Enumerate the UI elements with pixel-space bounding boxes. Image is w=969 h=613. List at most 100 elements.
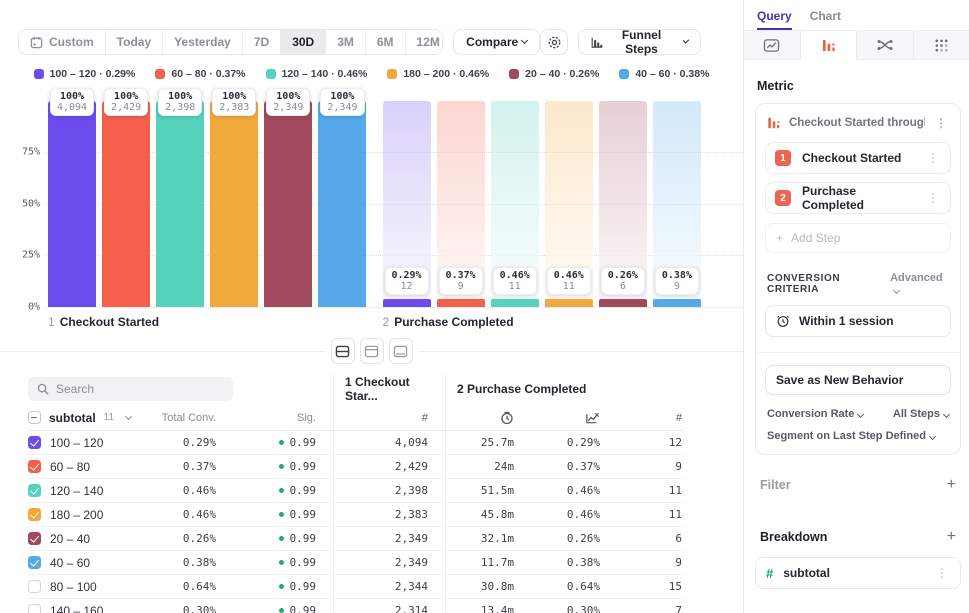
line-chart-icon [764,38,780,52]
funnel-bar[interactable]: 0.38% 9 [652,101,701,307]
tab-chart[interactable]: Chart [810,9,841,30]
search-input[interactable] [56,382,216,396]
funnel-bar[interactable]: 0.37% 9 [436,101,485,307]
funnel-bar[interactable]: 0.26% 6 [598,101,647,307]
app-window: Custom Today Yesterday 7D 30D 3M 6M 12M … [0,0,969,613]
all-steps-dropdown[interactable]: All Steps [893,408,951,420]
row-checkbox[interactable] [28,460,41,473]
legend-item[interactable]: 100 – 120 · 0.29% [33,68,135,80]
range-custom-button[interactable]: Custom [19,30,106,54]
kebab-menu-icon[interactable]: ⋮ [925,151,941,165]
group-column-header[interactable]: subtotal 11 [28,405,160,431]
row-checkbox[interactable] [28,604,41,613]
bar-value-label: 100% 2,349 [320,88,365,116]
range-12m-button[interactable]: 12M [405,30,443,54]
metric-header[interactable]: Checkout Started through Purch... ⋮ [765,114,951,134]
kebab-menu-icon[interactable]: ⋮ [933,116,949,130]
row-checkbox[interactable] [28,556,41,569]
legend-item[interactable]: 20 – 40 · 0.26% [509,68,599,80]
funnel-bar[interactable]: 100% 2,383 [210,88,259,307]
row-checkbox[interactable] [28,580,41,593]
funnel-steps-dropdown[interactable]: Funnel Steps [577,28,701,56]
row-checkbox[interactable] [28,508,41,521]
total-conv-header[interactable]: Total Conv. [160,405,218,431]
search-cell [28,373,318,405]
clock-icon [501,411,513,424]
search-box[interactable] [28,377,233,401]
add-breakdown-button[interactable]: + [947,529,956,545]
step2-count-header[interactable]: # [602,405,684,431]
chevron-down-icon [857,410,865,419]
split-view-button[interactable] [330,338,355,364]
chart-type-grid-tab[interactable] [913,31,969,60]
legend-item[interactable]: 180 – 200 · 0.46% [387,68,489,80]
view-toggle-group [324,338,419,364]
step2-column-header[interactable]: 2 Purchase Completed [430,373,684,405]
table-view-button[interactable] [388,338,413,364]
funnel-bar[interactable]: 100% 2,349 [318,88,367,307]
metric-heading: Metric [757,79,794,93]
range-today-button[interactable]: Today [105,30,164,54]
legend-item[interactable]: 60 – 80 · 0.37% [155,68,246,80]
chart-type-line-tab[interactable] [744,31,801,60]
sig-header[interactable]: Sig. [218,405,318,431]
legend-item[interactable]: 40 – 60 · 0.38% [619,68,709,80]
kebab-menu-icon[interactable]: ⋮ [934,566,950,580]
add-filter-button[interactable]: + [947,477,956,493]
conversion-window-button[interactable]: Within 1 session [765,305,951,337]
row-checkbox[interactable] [28,484,41,497]
funnel-bar[interactable]: 0.46% 11 [490,101,539,307]
range-6m-button[interactable]: 6M [365,30,406,54]
significance-dot [278,608,284,613]
funnel-bar[interactable]: 100% 2,349 [264,88,313,307]
range-30d-button[interactable]: 30D [281,30,327,54]
converted-bar [490,299,539,307]
step1-column-header[interactable]: 1 Checkout Star... [318,373,430,405]
step1-count-header[interactable]: # [318,405,430,431]
chart-type-funnel-tab[interactable] [800,31,857,60]
select-all-checkbox[interactable] [28,411,41,424]
chart-legend: 100 – 120 · 0.29% 60 – 80 · 0.37% 120 – … [0,68,743,80]
chart-type-journeys-tab[interactable] [857,31,914,60]
legend-item[interactable]: 120 – 140 · 0.46% [265,68,367,80]
date-range-group: Custom Today Yesterday 7D 30D 3M 6M 12M … [18,29,444,55]
tab-query[interactable]: Query [757,9,792,30]
funnel-step-2[interactable]: 2 Purchase Completed ⋮ [765,182,951,214]
funnel-bar[interactable]: 100% 4,094 [48,88,97,307]
gridline [44,307,743,308]
column-divider [445,373,446,613]
row-checkbox[interactable] [28,532,41,545]
funnel-bar[interactable]: 100% 2,398 [156,88,205,307]
chart-view-button[interactable] [359,338,384,364]
compare-button[interactable]: Compare [453,29,541,55]
legend-swatch [155,69,166,79]
breakdown-section: Breakdown + [760,529,956,545]
median-chart-icon [586,412,599,423]
y-axis: 75% 50% 25% 0% [21,146,40,313]
range-7d-button[interactable]: 7D [242,30,282,54]
funnel-bar[interactable]: 0.29% 12 [382,101,431,307]
significance-dot [278,488,284,493]
chart-settings-button[interactable] [540,29,568,55]
advanced-dropdown[interactable]: Advanced [890,272,949,296]
funnel-bar[interactable]: 0.46% 11 [544,101,593,307]
save-as-new-behavior-button[interactable]: Save as New Behavior [765,365,951,395]
chevron-down-icon [521,36,529,45]
conversion-header[interactable] [516,405,602,431]
conversion-rate-dropdown[interactable]: Conversion Rate [767,408,865,420]
funnel-bar[interactable]: 100% 2,429 [102,88,151,307]
range-yesterday-button[interactable]: Yesterday [163,30,243,54]
breakdown-property[interactable]: # subtotal ⋮ [755,557,961,589]
range-3m-button[interactable]: 3M [326,30,366,54]
row-checkbox[interactable] [28,436,41,449]
alarm-clock-icon [777,315,789,327]
chevron-down-icon [682,37,690,44]
kebab-menu-icon[interactable]: ⋮ [925,191,941,205]
converted-bar [652,299,701,307]
add-step-button[interactable]: + Add Step [765,223,951,253]
chart-view-icon [364,345,379,357]
segment-dropdown[interactable]: Segment on Last Step Defined [767,430,949,442]
avg-time-header[interactable] [430,405,516,431]
funnel-step-1[interactable]: 1 Checkout Started ⋮ [765,142,951,174]
plus-icon: + [776,231,784,245]
